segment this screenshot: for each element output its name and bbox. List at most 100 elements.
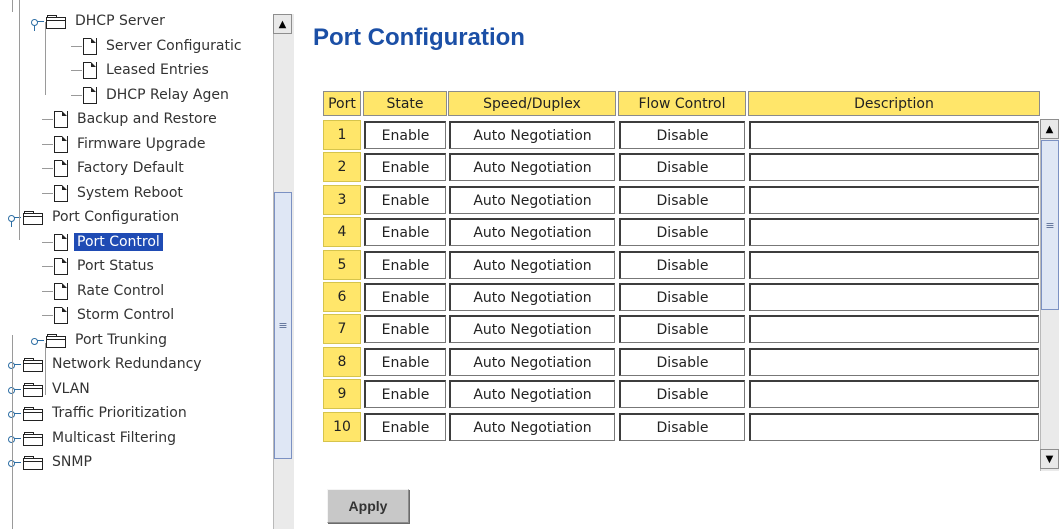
- folder-icon: [23, 210, 43, 225]
- speed-duplex-select[interactable]: Auto Negotiation: [449, 186, 615, 214]
- collapsed-node-handle-icon[interactable]: [8, 409, 21, 419]
- port-number-cell: 6: [323, 282, 361, 312]
- collapsed-node-handle-icon[interactable]: [8, 360, 21, 370]
- folder-icon: [23, 406, 43, 421]
- state-select[interactable]: Enable: [364, 251, 446, 279]
- tree-item-port-trunking[interactable]: Port Trunking: [46, 328, 170, 352]
- tree-item-port-configuration[interactable]: Port Configuration: [23, 205, 182, 229]
- tree-item-storm-control[interactable]: Storm Control: [54, 303, 177, 327]
- state-select[interactable]: Enable: [364, 186, 446, 214]
- tree-item-dhcp-server[interactable]: DHCP Server: [46, 9, 168, 33]
- state-select[interactable]: Enable: [364, 283, 446, 311]
- page-icon: [54, 233, 68, 251]
- tree-item-label: DHCP Relay Agen: [106, 87, 229, 103]
- description-input[interactable]: [749, 251, 1039, 279]
- tree-connector: [42, 242, 53, 243]
- tree-item-system-reboot[interactable]: System Reboot: [54, 181, 186, 205]
- apply-button[interactable]: Apply: [327, 489, 409, 523]
- tree-item-port-status[interactable]: Port Status: [54, 254, 157, 278]
- tree-item-network-redundancy[interactable]: Network Redundancy: [23, 352, 205, 376]
- state-select[interactable]: Enable: [364, 380, 446, 408]
- table-scrollbar-thumb[interactable]: ≡: [1041, 140, 1059, 310]
- folder-icon: [23, 357, 43, 372]
- description-input[interactable]: [749, 186, 1039, 214]
- flow-control-select[interactable]: Disable: [619, 121, 745, 149]
- state-select[interactable]: Enable: [364, 218, 446, 246]
- flow-control-select[interactable]: Disable: [619, 380, 745, 408]
- state-select[interactable]: Enable: [364, 121, 446, 149]
- page-icon: [83, 86, 97, 104]
- description-input[interactable]: [749, 283, 1039, 311]
- description-input[interactable]: [749, 315, 1039, 343]
- tree-item-factory-default[interactable]: Factory Default: [54, 156, 187, 180]
- folder-icon: [23, 382, 43, 397]
- tree-scroll-up-arrow-icon[interactable]: ▲: [273, 14, 292, 34]
- flow-control-select[interactable]: Disable: [619, 315, 745, 343]
- collapsed-node-handle-icon[interactable]: [8, 458, 21, 468]
- page-icon: [83, 61, 97, 79]
- port-number-cell: 7: [323, 314, 361, 344]
- tree-item-traffic-prioritization[interactable]: Traffic Prioritization: [23, 401, 190, 425]
- tree-item-server-configuratic[interactable]: Server Configuratic: [83, 34, 245, 58]
- tree-item-label: Firmware Upgrade: [77, 136, 206, 152]
- tree-item-rate-control[interactable]: Rate Control: [54, 279, 167, 303]
- tree-item-snmp[interactable]: SNMP: [23, 450, 95, 474]
- speed-duplex-select[interactable]: Auto Negotiation: [449, 153, 615, 181]
- flow-control-select[interactable]: Disable: [619, 283, 745, 311]
- tree-connector: [71, 95, 82, 96]
- tree-item-dhcp-relay-agen[interactable]: DHCP Relay Agen: [83, 83, 232, 107]
- tree-item-backup-and-restore[interactable]: Backup and Restore: [54, 107, 220, 131]
- state-select[interactable]: Enable: [364, 348, 446, 376]
- speed-duplex-select[interactable]: Auto Negotiation: [449, 380, 615, 408]
- expanded-node-handle-icon[interactable]: [31, 17, 44, 31]
- speed-duplex-select[interactable]: Auto Negotiation: [449, 121, 615, 149]
- table-scroll-up-arrow-icon[interactable]: ▲: [1040, 119, 1059, 139]
- tree-item-firmware-upgrade[interactable]: Firmware Upgrade: [54, 132, 208, 156]
- column-header-speed: Speed/Duplex: [448, 91, 616, 116]
- folder-icon: [23, 455, 43, 470]
- collapsed-node-handle-icon[interactable]: [8, 385, 21, 395]
- description-input[interactable]: [749, 121, 1039, 149]
- column-header-description: Description: [748, 91, 1040, 116]
- speed-duplex-select[interactable]: Auto Negotiation: [449, 413, 615, 441]
- collapsed-node-handle-icon[interactable]: [31, 336, 44, 346]
- description-input[interactable]: [749, 380, 1039, 408]
- flow-control-select[interactable]: Disable: [619, 348, 745, 376]
- description-input[interactable]: [749, 413, 1039, 441]
- tree-item-multicast-filtering[interactable]: Multicast Filtering: [23, 426, 179, 450]
- tree-connector: [42, 291, 53, 292]
- tree-item-label: Port Configuration: [52, 209, 180, 225]
- speed-duplex-select[interactable]: Auto Negotiation: [449, 251, 615, 279]
- flow-control-select[interactable]: Disable: [619, 186, 745, 214]
- state-select[interactable]: Enable: [364, 413, 446, 441]
- tree-scrollbar-thumb[interactable]: ≡: [274, 192, 292, 459]
- description-input[interactable]: [749, 218, 1039, 246]
- state-select[interactable]: Enable: [364, 315, 446, 343]
- description-input[interactable]: [749, 348, 1039, 376]
- flow-control-select[interactable]: Disable: [619, 218, 745, 246]
- table-scroll-down-arrow-icon[interactable]: ▼: [1040, 449, 1059, 469]
- flow-control-select[interactable]: Disable: [619, 413, 745, 441]
- tree-connector: [12, 0, 13, 12]
- speed-duplex-select[interactable]: Auto Negotiation: [449, 315, 615, 343]
- description-input[interactable]: [749, 153, 1039, 181]
- tree-item-port-control[interactable]: Port Control: [54, 230, 163, 254]
- flow-control-select[interactable]: Disable: [619, 251, 745, 279]
- folder-icon: [46, 14, 66, 29]
- page-title: Port Configuration: [313, 24, 525, 51]
- page-icon: [54, 306, 68, 324]
- column-header-flow: Flow Control: [618, 91, 746, 116]
- state-select[interactable]: Enable: [364, 153, 446, 181]
- tree-item-vlan[interactable]: VLAN: [23, 377, 93, 401]
- tree-item-leased-entries[interactable]: Leased Entries: [83, 58, 212, 82]
- tree-item-label: Port Status: [77, 258, 154, 274]
- speed-duplex-select[interactable]: Auto Negotiation: [449, 283, 615, 311]
- speed-duplex-select[interactable]: Auto Negotiation: [449, 348, 615, 376]
- speed-duplex-select[interactable]: Auto Negotiation: [449, 218, 615, 246]
- page-icon: [54, 257, 68, 275]
- collapsed-node-handle-icon[interactable]: [8, 434, 21, 444]
- flow-control-select[interactable]: Disable: [619, 153, 745, 181]
- tree-item-label: SNMP: [52, 454, 92, 470]
- tree-connector: [12, 335, 13, 529]
- port-number-cell: 3: [323, 185, 361, 215]
